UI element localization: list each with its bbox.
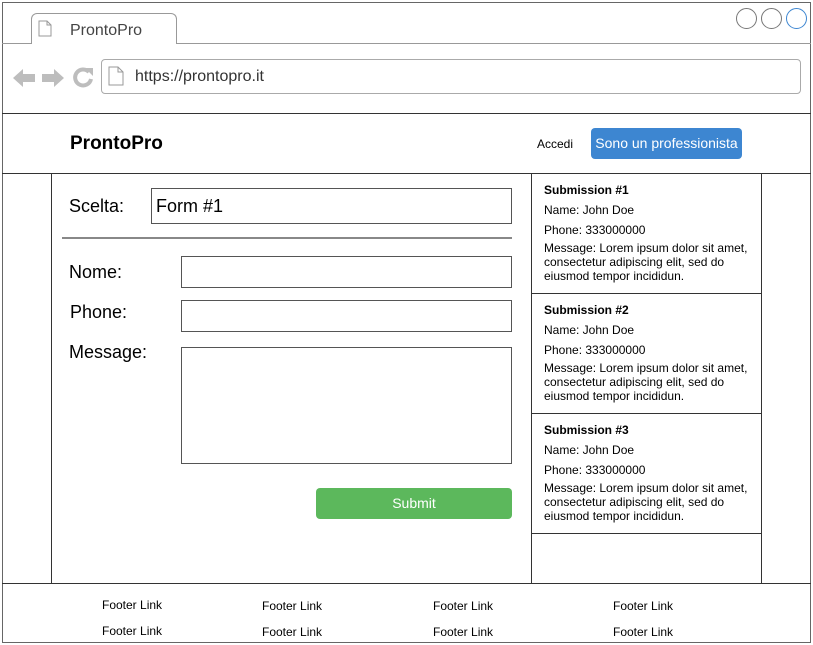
forward-arrow-icon[interactable]: [41, 67, 65, 89]
page-icon: [38, 20, 52, 37]
window-maximize-button[interactable]: [761, 8, 782, 29]
phone-input[interactable]: [181, 300, 512, 332]
main-left-border: [51, 173, 52, 584]
reload-icon[interactable]: [72, 66, 94, 88]
footer-link[interactable]: Footer Link: [262, 599, 322, 613]
sidebar-right-border: [761, 173, 762, 584]
browser-chrome-divider: [2, 113, 811, 114]
choice-label: Scelta:: [69, 196, 125, 216]
submission-title: Submission #3: [544, 423, 629, 437]
submit-button[interactable]: Submit: [316, 488, 512, 519]
page-icon: [108, 66, 124, 86]
header-divider: [2, 173, 811, 174]
submission-divider: [531, 293, 762, 294]
submission-message: Message: Lorem ipsum dolor sit amet, con…: [544, 361, 748, 403]
phone-label: Phone:: [70, 302, 128, 322]
submission-divider: [531, 533, 762, 534]
submission-title: Submission #1: [544, 183, 629, 197]
submission-message: Message: Lorem ipsum dolor sit amet, con…: [544, 481, 748, 523]
choice-value: Form #1: [156, 196, 224, 216]
submission-divider: [531, 413, 762, 414]
submission-message: Message: Lorem ipsum dolor sit amet, con…: [544, 241, 748, 283]
professional-button[interactable]: Sono un professionista: [591, 128, 742, 159]
footer-divider: [2, 583, 811, 584]
footer-link[interactable]: Footer Link: [262, 625, 322, 639]
footer-link[interactable]: Footer Link: [102, 598, 162, 612]
footer-link[interactable]: Footer Link: [613, 625, 673, 639]
submission-name: Name: John Doe: [544, 323, 635, 337]
footer-link[interactable]: Footer Link: [613, 599, 673, 613]
sidebar-left-border: [531, 173, 532, 584]
tab-title: ProntoPro: [70, 22, 143, 39]
back-arrow-icon[interactable]: [12, 67, 36, 89]
submission-phone: Phone: 333000000: [544, 343, 646, 357]
brand-logo[interactable]: ProntoPro: [70, 133, 163, 155]
footer-link[interactable]: Footer Link: [433, 625, 493, 639]
submission-name: Name: John Doe: [544, 443, 635, 457]
name-input[interactable]: [181, 256, 512, 288]
message-label: Message:: [69, 342, 148, 362]
login-link[interactable]: Accedi: [537, 137, 573, 151]
submission-phone: Phone: 333000000: [544, 223, 646, 237]
window-close-button[interactable]: [786, 8, 807, 29]
submission-title: Submission #2: [544, 303, 629, 317]
message-textarea[interactable]: [181, 347, 512, 464]
submission-phone: Phone: 333000000: [544, 463, 646, 477]
form-divider: [62, 237, 512, 239]
submission-name: Name: John Doe: [544, 203, 635, 217]
url-text: https://prontopro.it: [135, 68, 264, 85]
footer-link[interactable]: Footer Link: [433, 599, 493, 613]
window-minimize-button[interactable]: [736, 8, 757, 29]
name-label: Nome:: [69, 262, 123, 282]
footer-link[interactable]: Footer Link: [102, 624, 162, 638]
